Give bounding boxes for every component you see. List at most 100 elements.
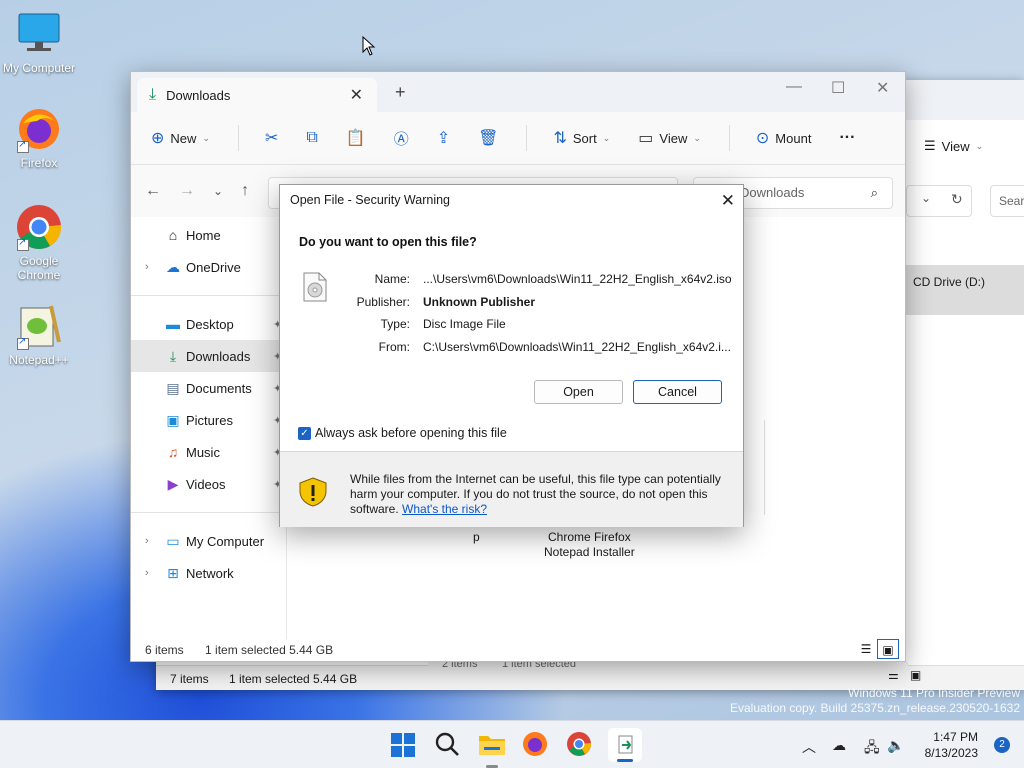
rename-icon[interactable]: Ⓐ: [394, 128, 409, 149]
shield-warning-icon: [298, 477, 328, 510]
download-arrow-icon: ⤓: [149, 86, 157, 103]
back-arrow-icon[interactable]: ←: [145, 182, 161, 200]
cloud-icon: ☁: [166, 258, 180, 275]
close-window-button[interactable]: ✕: [876, 78, 889, 98]
cancel-button[interactable]: Cancel: [633, 380, 722, 404]
status-bar: 6 items 1 item selected 5.44 GB: [145, 643, 334, 657]
desktop-icon-chrome[interactable]: Google Chrome: [0, 203, 78, 282]
checkmark-icon: ✓: [298, 426, 311, 440]
file-item-label[interactable]: p: [473, 530, 480, 544]
warning-panel: While files from the Internet can be use…: [280, 451, 743, 527]
chevron-right-icon[interactable]: ›: [145, 567, 149, 579]
recent-chevron-icon[interactable]: ⌄: [213, 184, 223, 198]
bg-selected-drive[interactable]: CD Drive (D:): [906, 265, 1024, 315]
search-icon[interactable]: [434, 731, 462, 759]
view-icon: ☰: [924, 138, 936, 153]
desktop-icon-label: Google Chrome: [17, 254, 61, 282]
new-button[interactable]: ⊕ New ⌄: [151, 128, 210, 148]
up-arrow-icon[interactable]: ↑: [241, 182, 249, 200]
chevron-down-icon: ⌄: [975, 140, 984, 151]
whats-the-risk-link[interactable]: What's the risk?: [402, 502, 487, 516]
details-view-icon[interactable]: ☰: [855, 639, 877, 659]
chrome-icon[interactable]: [566, 731, 594, 759]
command-bar: ⊕ New ⌄ ✂ ⧉ 📋 Ⓐ ⇪ 🗑 ⇅ Sort ⌄ ▭ View ⌄ ⊙ …: [131, 112, 905, 165]
close-icon[interactable]: ✕: [721, 185, 735, 216]
sidebar-item-downloads[interactable]: ⤓ Downloads ✦: [131, 340, 286, 372]
search-icon: ⌕: [870, 185, 878, 200]
warning-text: While files from the Internet can be use…: [350, 472, 721, 516]
tab-downloads[interactable]: ⤓ Downloads ✕: [137, 78, 377, 112]
build-watermark: Windows 11 Pro Insider Preview Evaluatio…: [730, 686, 1020, 715]
sidebar-item-pictures[interactable]: ▣ Pictures ✦: [131, 404, 286, 436]
delete-icon[interactable]: 🗑: [478, 128, 498, 148]
download-arrow-icon: ⤓: [169, 347, 177, 364]
chrome-icon: [15, 203, 63, 251]
file-item-label[interactable]: Chrome Firefox Notepad Installer: [544, 530, 635, 560]
copy-icon[interactable]: ⧉: [306, 129, 317, 147]
sidebar-item-documents[interactable]: ▤ Documents ✦: [131, 372, 286, 404]
paste-icon[interactable]: 📋: [346, 128, 366, 148]
chevron-right-icon[interactable]: ›: [145, 261, 149, 273]
mount-button[interactable]: ⊙ Mount: [756, 128, 812, 148]
start-button[interactable]: [390, 731, 418, 759]
volume-icon[interactable]: 🔈: [887, 737, 904, 754]
sidebar-item-home[interactable]: ⌂ Home: [131, 219, 286, 251]
desktop-icon-label: My Computer: [2, 61, 76, 75]
tiles-view-icon[interactable]: ▣: [910, 668, 921, 682]
network-icon[interactable]: 🖧: [864, 737, 880, 761]
refresh-icon[interactable]: ↻: [951, 191, 963, 208]
bg-view-button[interactable]: ☰ View ⌄: [924, 138, 983, 154]
taskbar: ︿ ☁ 🖧 🔈 1:47 PM 8/13/2023 2: [0, 720, 1024, 768]
home-icon: ⌂: [168, 227, 178, 243]
chevron-right-icon[interactable]: ›: [145, 535, 149, 547]
new-tab-button[interactable]: +: [395, 82, 406, 103]
bg-search-input[interactable]: Sear: [990, 185, 1024, 217]
cloud-offline-icon[interactable]: ☁: [832, 737, 846, 754]
document-icon: ▤: [166, 379, 180, 396]
always-ask-checkbox[interactable]: ✓ Always ask before opening this file: [298, 426, 507, 440]
sidebar-item-videos[interactable]: ▶ Videos ✦: [131, 468, 286, 500]
notification-badge[interactable]: 2: [994, 737, 1010, 753]
sort-icon: ⇅: [553, 130, 567, 147]
desktop-icon-my-computer[interactable]: My Computer: [0, 10, 78, 75]
bg-address-dropdown[interactable]: ⌄ ↻: [906, 185, 972, 217]
firefox-icon[interactable]: [522, 731, 550, 759]
open-button[interactable]: Open: [534, 380, 623, 404]
sidebar-item-desktop[interactable]: ▬ Desktop ✦: [131, 308, 286, 340]
sidebar-item-onedrive[interactable]: › ☁ OneDrive: [131, 251, 286, 283]
chevron-up-icon[interactable]: ︿: [802, 737, 816, 757]
tiles-view-icon[interactable]: ▣: [877, 639, 899, 659]
cut-icon[interactable]: ✂: [265, 128, 278, 148]
installer-app-icon[interactable]: [608, 728, 642, 762]
notepadpp-icon: [15, 302, 63, 350]
sidebar-item-network[interactable]: › ⊞ Network: [131, 557, 286, 589]
forward-arrow-icon[interactable]: →: [179, 182, 195, 200]
dialog-title-bar[interactable]: Open File - Security Warning ✕: [280, 185, 743, 216]
system-clock[interactable]: 1:47 PM 8/13/2023: [925, 729, 978, 761]
minimize-button[interactable]: —: [786, 78, 802, 96]
view-toggle: ☰ ▣: [855, 639, 899, 659]
video-icon: ▶: [167, 475, 179, 492]
file-explorer-icon[interactable]: [478, 731, 506, 768]
firefox-icon: [15, 105, 63, 153]
sort-button[interactable]: ⇅ Sort ⌄: [553, 128, 610, 148]
network-icon: ⊞: [167, 564, 179, 581]
disc-mount-icon: ⊙: [755, 130, 770, 147]
dialog-question: Do you want to open this file?: [299, 235, 477, 249]
share-icon[interactable]: ⇪: [437, 128, 450, 148]
music-icon: ♫: [167, 444, 179, 460]
security-warning-dialog[interactable]: Open File - Security Warning ✕ Do you wa…: [279, 184, 744, 527]
picture-icon: ▣: [166, 411, 180, 428]
maximize-button[interactable]: ☐: [831, 78, 845, 98]
desktop-folder-icon: ▬: [166, 316, 180, 332]
view-button[interactable]: ▭ View ⌄: [638, 128, 701, 148]
sidebar-item-my-computer[interactable]: › ▭ My Computer: [131, 525, 286, 557]
title-bar[interactable]: ⤓ Downloads ✕ + — ☐ ✕: [131, 72, 905, 112]
view-icon: ▭: [638, 130, 654, 147]
sidebar-item-music[interactable]: ♫ Music ✦: [131, 436, 286, 468]
more-options-icon[interactable]: ···: [839, 129, 855, 147]
desktop-icon-notepadpp[interactable]: Notepad++: [0, 302, 78, 367]
close-tab-icon[interactable]: ✕: [350, 85, 363, 105]
desktop-icon-firefox[interactable]: Firefox: [0, 105, 78, 170]
partial-status: 2 items 1 item selected: [428, 662, 908, 674]
